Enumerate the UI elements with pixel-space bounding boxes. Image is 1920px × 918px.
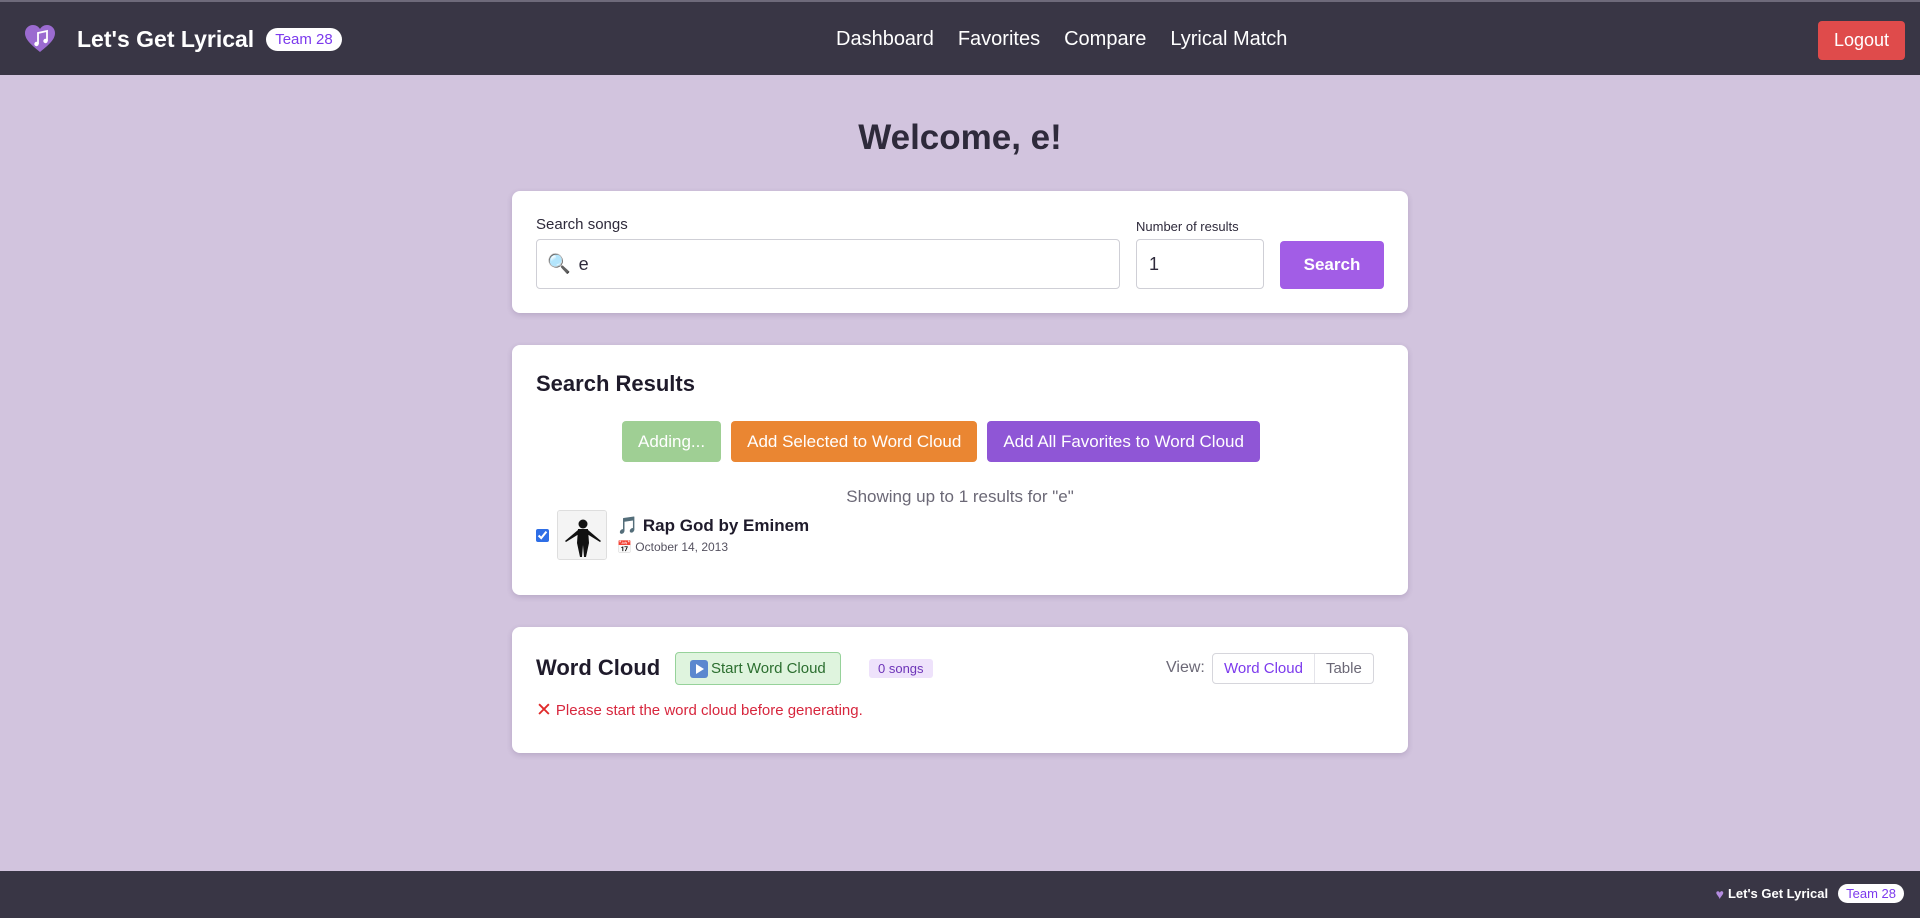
nav-favorites[interactable]: Favorites xyxy=(958,28,1040,51)
search-icon: 🔍 xyxy=(547,254,571,275)
search-input[interactable] xyxy=(578,253,1099,275)
view-option-table[interactable]: Table xyxy=(1315,654,1373,683)
start-word-cloud-label: Start Word Cloud xyxy=(711,660,826,677)
result-checkbox[interactable] xyxy=(536,528,549,542)
song-title[interactable]: 🎵 Rap God by Eminem xyxy=(617,516,809,536)
top-navbar: Let's Get Lyrical Team 28 Dashboard Favo… xyxy=(0,0,1920,75)
results-count-wrapper xyxy=(1136,239,1264,289)
heart-music-logo-icon xyxy=(24,24,56,54)
album-cover xyxy=(557,510,607,560)
results-summary: Showing up to 1 results for "e" xyxy=(846,487,1074,506)
word-cloud-title: Word Cloud xyxy=(536,655,661,680)
search-button[interactable]: Search xyxy=(1280,241,1384,289)
search-input-wrapper: 🔍 xyxy=(536,239,1120,289)
view-toggle: Word Cloud Table xyxy=(1212,653,1374,684)
view-option-word-cloud[interactable]: Word Cloud xyxy=(1213,654,1315,683)
calendar-icon: 📅 xyxy=(617,540,632,554)
error-x-icon: ✕ xyxy=(536,700,552,721)
song-date: 📅 October 14, 2013 xyxy=(617,540,809,554)
footer-brand-name: Let's Get Lyrical xyxy=(1727,886,1829,901)
search-label: Search songs xyxy=(536,216,628,233)
error-text: Please start the word cloud before gener… xyxy=(555,702,863,719)
results-count-input[interactable] xyxy=(1149,253,1249,275)
add-favorites-button[interactable]: Add All Favorites to Word Cloud xyxy=(987,421,1260,462)
word-cloud-card: Word Cloud Start Word Cloud 0 songs View… xyxy=(512,627,1408,753)
footer: ♥ Let's Get Lyrical Team 28 xyxy=(0,871,1920,918)
nav-dashboard[interactable]: Dashboard xyxy=(836,28,934,51)
song-count-badge: 0 songs xyxy=(869,659,933,678)
search-results-card: Search Results Adding... Add Selected to… xyxy=(512,345,1408,595)
brand-name: Let's Get Lyrical xyxy=(77,25,255,52)
start-word-cloud-button[interactable]: Start Word Cloud xyxy=(675,652,841,685)
music-note-icon: 🎵 xyxy=(617,516,639,535)
nav-lyrical-match[interactable]: Lyrical Match xyxy=(1170,28,1287,51)
adding-button[interactable]: Adding... xyxy=(622,421,722,462)
footer-team-badge: Team 28 xyxy=(1838,884,1904,903)
page-title: Welcome, e! xyxy=(858,118,1062,157)
team-badge: Team 28 xyxy=(266,27,342,51)
results-title: Search Results xyxy=(536,371,695,396)
song-title-text: Rap God by Eminem xyxy=(642,516,810,535)
search-card: Search songs 🔍 Number of results Search xyxy=(512,191,1408,313)
add-selected-button[interactable]: Add Selected to Word Cloud xyxy=(731,421,978,462)
results-actions: Adding... Add Selected to Word Cloud Add… xyxy=(622,421,1260,462)
result-item: 🎵 Rap God by Eminem 📅 October 14, 2013 xyxy=(536,510,809,560)
song-info: 🎵 Rap God by Eminem 📅 October 14, 2013 xyxy=(617,516,809,554)
nav-compare[interactable]: Compare xyxy=(1064,28,1146,51)
results-count-label: Number of results xyxy=(1136,219,1239,234)
heart-icon: ♥ xyxy=(1715,885,1724,902)
footer-brand: ♥ Let's Get Lyrical Team 28 xyxy=(1716,884,1904,903)
logout-button[interactable]: Logout xyxy=(1817,21,1905,60)
error-message: ✕ Please start the word cloud before gen… xyxy=(536,699,863,722)
song-date-text: October 14, 2013 xyxy=(635,540,729,554)
play-icon xyxy=(690,659,708,678)
view-label: View: xyxy=(1166,659,1205,676)
brand[interactable]: Let's Get Lyrical Team 28 xyxy=(24,24,342,54)
main-nav: Dashboard Favorites Compare Lyrical Matc… xyxy=(836,28,1287,51)
